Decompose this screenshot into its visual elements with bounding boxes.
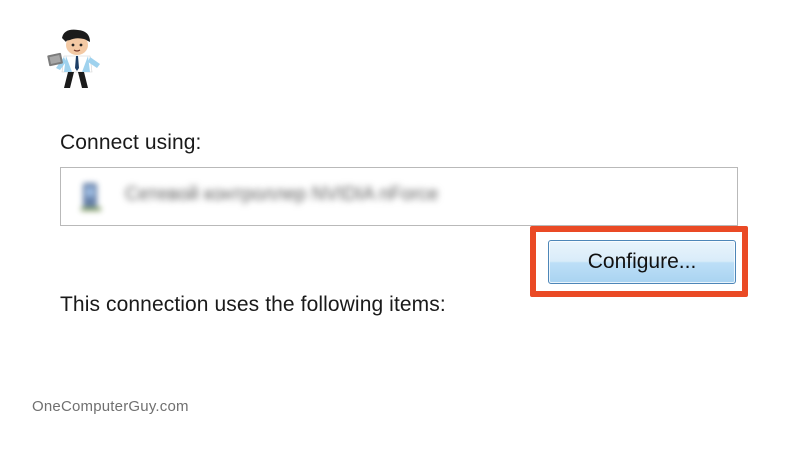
configure-button[interactable]: Configure... bbox=[548, 240, 736, 284]
network-adapter-icon bbox=[79, 181, 103, 213]
network-adapter-field[interactable]: Сетевой контроллер NVIDIA nForce bbox=[60, 167, 738, 226]
man-with-laptop-icon bbox=[46, 28, 106, 90]
adapter-name-text: Сетевой контроллер NVIDIA nForce bbox=[125, 184, 439, 205]
site-watermark: OneComputerGuy.com bbox=[32, 398, 189, 415]
connection-items-label: This connection uses the following items… bbox=[60, 293, 446, 316]
connect-using-label: Connect using: bbox=[60, 131, 202, 154]
